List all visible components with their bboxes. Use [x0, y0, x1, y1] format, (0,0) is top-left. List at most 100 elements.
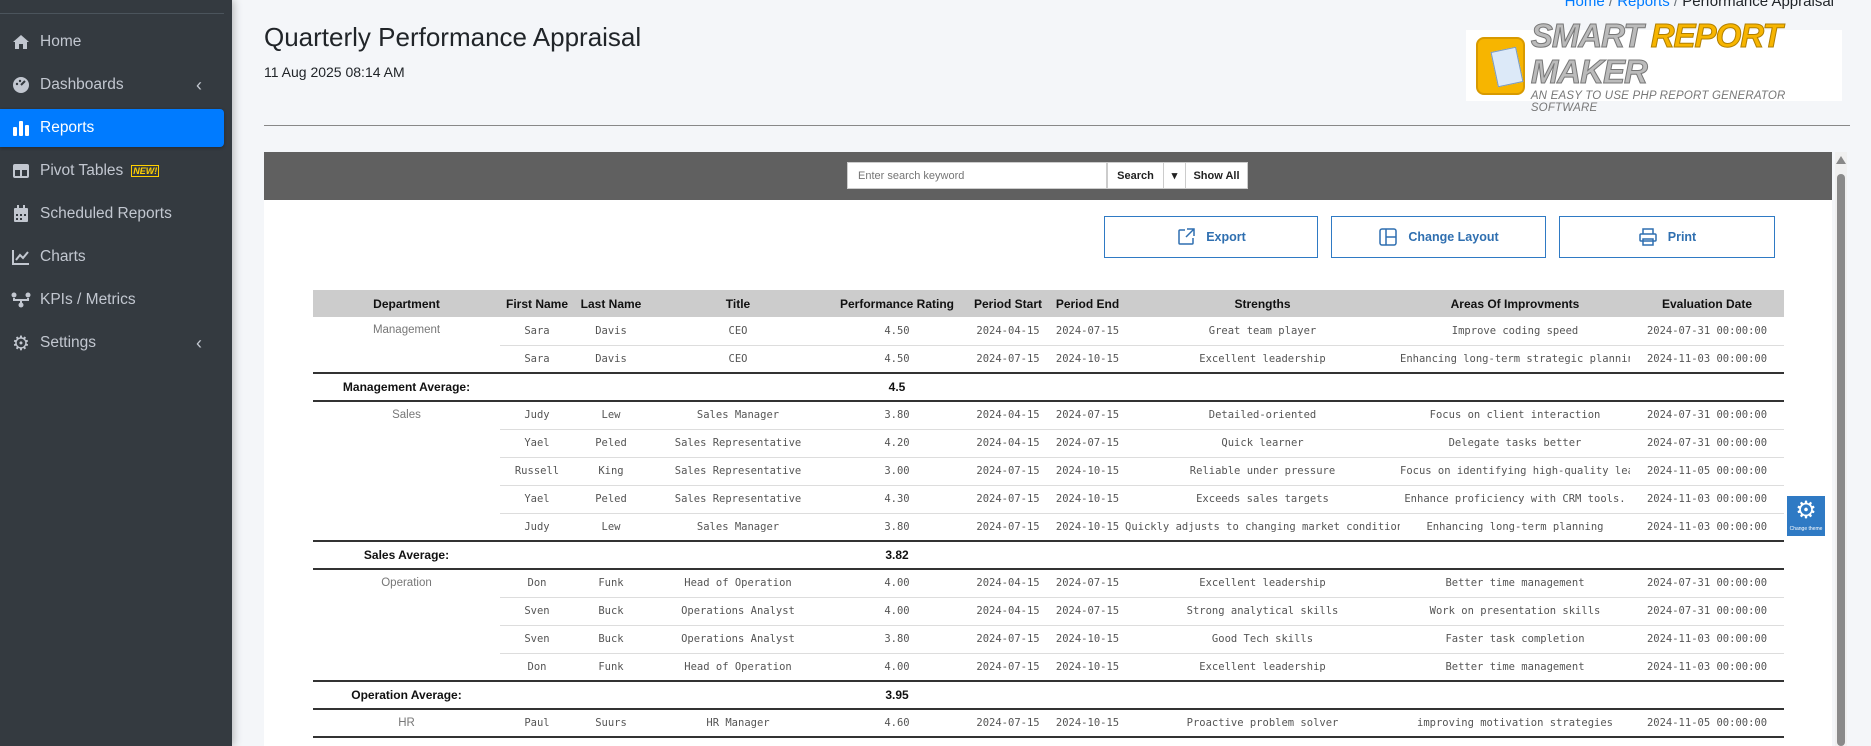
- sidebar-item-label: Scheduled Reports: [40, 205, 172, 222]
- table-cell: Great team player: [1125, 317, 1400, 346]
- sidebar-item-kpis-metrics[interactable]: KPIs / Metrics: [0, 281, 224, 319]
- table-cell: Peled: [574, 429, 648, 458]
- table-cell: 2024-11-03 00:00:00: [1630, 513, 1784, 542]
- gear-icon: ⚙: [12, 332, 30, 355]
- logo-text: REPORT: [1650, 16, 1783, 54]
- table-cell: Lew: [574, 401, 648, 430]
- table-row: Sven Buck Operations Analyst 3.80 2024-07-15…: [313, 625, 1784, 654]
- sidebar-item-settings[interactable]: ⚙ Settings ‹: [0, 324, 224, 362]
- column-header[interactable]: First Name: [500, 290, 574, 317]
- table-cell: 2024-10-15: [1050, 513, 1125, 542]
- chevron-left-icon[interactable]: ‹: [196, 333, 202, 354]
- scroll-up-arrow[interactable]: [1836, 156, 1846, 164]
- export-button[interactable]: Export: [1104, 216, 1318, 258]
- breadcrumb: Home / Reports / Performance Appraisal: [1565, 0, 1834, 10]
- table-cell: Focus on identifying high-quality leads: [1400, 457, 1630, 486]
- column-header[interactable]: Period Start: [966, 290, 1050, 317]
- table-cell: Excellent leadership: [1125, 569, 1400, 598]
- group-average-row: Sales Average: 3.82: [313, 540, 1784, 570]
- print-button[interactable]: Print: [1559, 216, 1775, 258]
- table-cell: 2024-04-15: [966, 597, 1050, 626]
- sidebar-item-home[interactable]: Home: [0, 23, 224, 61]
- change-layout-button[interactable]: Change Layout: [1331, 216, 1546, 258]
- change-theme-label: Change theme: [1789, 526, 1823, 532]
- table-cell: 2024-11-05 00:00:00: [1630, 709, 1784, 738]
- table-cell: Buck: [574, 597, 648, 626]
- sidebar-divider: [0, 13, 224, 14]
- table-cell: 2024-10-15: [1050, 653, 1125, 682]
- table-cell: Improve coding speed: [1400, 317, 1630, 346]
- table-cell: 2024-07-31 00:00:00: [1630, 401, 1784, 430]
- table-cell: CEO: [648, 345, 828, 374]
- table-cell: Russell: [500, 457, 574, 486]
- sidebar-item-label: Pivot Tables: [40, 162, 124, 179]
- table-cell: Davis: [574, 345, 648, 374]
- export-label: Export: [1206, 230, 1246, 244]
- table-cell: Sales Representative: [648, 457, 828, 486]
- table-cell: Don: [500, 569, 574, 598]
- scrollbar[interactable]: [1835, 152, 1847, 746]
- printer-icon: [1639, 228, 1657, 246]
- scrollbar-thumb[interactable]: [1837, 174, 1845, 746]
- table-cell: Focus on client interaction: [1400, 401, 1630, 430]
- table-cell: 2024-04-15: [966, 429, 1050, 458]
- table-icon: [10, 161, 32, 181]
- table-cell: Lew: [574, 513, 648, 542]
- table-cell: 4.50: [828, 345, 966, 374]
- column-header[interactable]: Areas Of Improvments: [1400, 290, 1630, 317]
- sidebar-item-charts[interactable]: Charts: [0, 238, 224, 276]
- table-cell: 2024-07-15: [966, 485, 1050, 514]
- table-cell: Sales Representative: [648, 485, 828, 514]
- table-row: Russell King Sales Representative 3.00 2024-…: [313, 457, 1784, 486]
- sidebar-item-label: Home: [40, 33, 82, 50]
- table-cell: Suurs: [574, 709, 648, 738]
- average-value: 3.95: [828, 680, 966, 710]
- table-cell: Buck: [574, 625, 648, 654]
- change-layout-label: Change Layout: [1408, 230, 1499, 244]
- table-cell: Judy: [500, 513, 574, 542]
- dashboard-icon: [10, 75, 32, 95]
- table-cell: 2024-10-15: [1050, 625, 1125, 654]
- column-header[interactable]: Evaluation Date: [1630, 290, 1784, 317]
- home-icon: [10, 32, 32, 52]
- column-header[interactable]: Performance Rating: [828, 290, 966, 317]
- sidebar: Home Dashboards ‹ Reports Pivot Tables NEW! Sc…: [0, 0, 232, 746]
- chevron-left-icon[interactable]: ‹: [196, 75, 202, 96]
- table-cell: 2024-10-15: [1050, 345, 1125, 374]
- search-input[interactable]: [847, 162, 1107, 189]
- column-header[interactable]: Period End: [1050, 290, 1125, 317]
- table-cell: Sales Representative: [648, 429, 828, 458]
- table-row: Don Funk Head of Operation 4.00 2024-07-15 20…: [313, 653, 1784, 682]
- table-cell: Better time management: [1400, 569, 1630, 598]
- show-all-button[interactable]: Show All: [1185, 162, 1248, 189]
- search-button[interactable]: Search: [1107, 162, 1164, 189]
- table-cell: Head of Operation: [648, 653, 828, 682]
- table-cell: 2024-07-15: [1050, 429, 1125, 458]
- breadcrumb-home[interactable]: Home: [1565, 0, 1605, 10]
- sidebar-item-pivot-tables[interactable]: Pivot Tables NEW!: [0, 152, 224, 190]
- sidebar-item-label: Charts: [40, 248, 86, 265]
- sidebar-item-reports[interactable]: Reports: [0, 109, 224, 147]
- sidebar-item-scheduled-reports[interactable]: Scheduled Reports: [0, 195, 224, 233]
- column-header[interactable]: Last Name: [574, 290, 648, 317]
- search-options-dropdown[interactable]: ▾: [1163, 162, 1186, 189]
- table-cell: Judy: [500, 401, 574, 430]
- column-header[interactable]: Title: [648, 290, 828, 317]
- table-cell: improving motivation strategies: [1400, 709, 1630, 738]
- sidebar-item-dashboards[interactable]: Dashboards ‹: [0, 66, 224, 104]
- change-theme-button[interactable]: ⚙ Change theme: [1787, 496, 1825, 536]
- breadcrumb-reports[interactable]: Reports: [1617, 0, 1670, 10]
- table-cell: 2024-07-15: [966, 709, 1050, 738]
- logo-icon: [1476, 36, 1525, 95]
- table-cell: Don: [500, 653, 574, 682]
- table-cell: Funk: [574, 653, 648, 682]
- page-title: Quarterly Performance Appraisal: [264, 22, 642, 52]
- column-header[interactable]: Department: [313, 290, 500, 317]
- table-row: Management Sara Davis CEO 4.50 2024-04-15 2024…: [313, 317, 1784, 374]
- column-header[interactable]: Strengths: [1125, 290, 1400, 317]
- table-cell: Enhance proficiency with CRM tools.: [1400, 485, 1630, 514]
- table-cell: 2024-07-15: [1050, 597, 1125, 626]
- search-toolbar: Search ▾ Show All: [264, 152, 1832, 200]
- table-row: Operation Don Funk Head of Operation 4.00 202…: [313, 569, 1784, 682]
- table-cell: 4.00: [828, 597, 966, 626]
